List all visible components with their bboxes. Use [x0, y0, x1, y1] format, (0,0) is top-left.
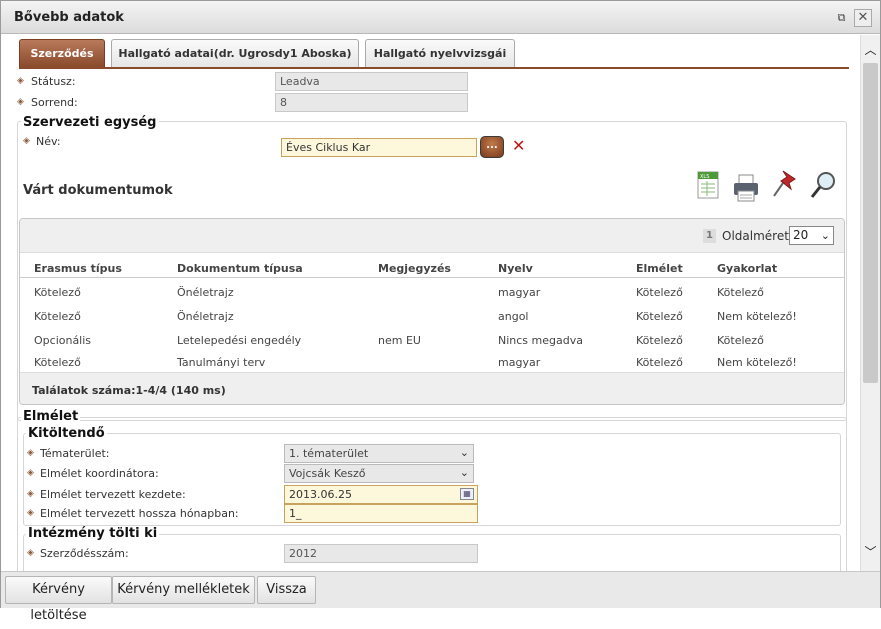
- start-date-label: Elmélet tervezett kezdete:: [40, 488, 186, 501]
- button-bar: Kérvény letöltése Kérvény mellékletek Vi…: [1, 571, 880, 623]
- org-name-input[interactable]: Éves Ciklus Kar: [281, 138, 477, 157]
- start-date-value: 2013.06.25: [289, 488, 352, 501]
- col-header-practice[interactable]: Gyakorlat: [717, 262, 777, 275]
- cell: Kötelező: [636, 310, 683, 323]
- result-count: Találatok száma:1-4/4 (140 ms): [32, 384, 226, 397]
- cell: Kötelező: [717, 286, 764, 299]
- cell: Letelepedési engedély: [177, 334, 302, 347]
- request-attachments-button[interactable]: Kérvény mellékletek: [112, 576, 255, 604]
- documents-grid: 1 Oldalméret 20 ⌄ Erasmus típus Dokument…: [19, 218, 845, 405]
- tab-contract[interactable]: Szerződés: [19, 39, 105, 67]
- chevron-down-icon: ⌄: [459, 446, 469, 459]
- col-header-language[interactable]: Nyelv: [498, 262, 533, 275]
- title-bar: Bővebb adatok ⧉ ✕: [1, 1, 880, 34]
- print-icon[interactable]: [732, 171, 760, 207]
- tab-student-data[interactable]: Hallgató adatai(dr. Ugrosdy1 Aboska): [111, 39, 359, 67]
- order-label: Sorrend:: [31, 96, 78, 109]
- page-number[interactable]: 1: [703, 229, 716, 243]
- cell: Kötelező: [34, 310, 81, 323]
- popout-icon[interactable]: ⧉: [835, 11, 848, 24]
- cell: angol: [498, 310, 529, 323]
- field-marker-icon: ◈: [27, 489, 34, 499]
- details-dialog: Bővebb adatok ⧉ ✕ Szerződés Hallgató ada…: [0, 0, 881, 623]
- cell: Kötelező: [636, 286, 683, 299]
- coordinator-label: Elmélet koordinátora:: [40, 467, 159, 480]
- status-field: Leadva: [275, 72, 468, 91]
- topic-label: Tématerület:: [40, 447, 110, 460]
- cell: Kötelező: [34, 286, 81, 299]
- col-header-document-type[interactable]: Dokumentum típusa: [177, 262, 303, 275]
- cell: nem EU: [378, 334, 421, 347]
- scroll-thumb[interactable]: [863, 63, 878, 383]
- close-icon[interactable]: ✕: [854, 9, 872, 27]
- chevron-down-icon: ⌄: [820, 229, 830, 242]
- order-field: 8: [275, 93, 468, 112]
- dialog-title: Bővebb adatok: [14, 10, 124, 25]
- field-marker-icon: ◈: [23, 136, 30, 146]
- to-fill-legend: Kitöltendő: [26, 426, 107, 441]
- scroll-up-icon[interactable]: ︿: [861, 41, 880, 59]
- col-header-note[interactable]: Megjegyzés: [378, 262, 451, 275]
- org-unit-legend: Szervezeti egység: [21, 115, 159, 130]
- coordinator-value: Vojcsák Kesző: [289, 467, 366, 480]
- col-header-theory[interactable]: Elmélet: [636, 262, 683, 275]
- grid-footer: Találatok száma:1-4/4 (140 ms): [20, 372, 844, 404]
- scroll-down-icon[interactable]: ﹀: [861, 543, 880, 561]
- cell: Nem kötelező!: [717, 356, 797, 369]
- name-label: Név:: [36, 135, 61, 148]
- topic-value: 1. tématerület: [289, 447, 369, 460]
- field-marker-icon: ◈: [27, 448, 34, 458]
- col-header-erasmus-type[interactable]: Erasmus típus: [34, 262, 122, 275]
- download-request-button[interactable]: Kérvény letöltése: [5, 576, 112, 623]
- coordinator-select[interactable]: Vojcsák Kesző ⌄: [284, 464, 474, 483]
- cell: magyar: [498, 356, 541, 369]
- excel-export-icon[interactable]: XLS: [695, 169, 723, 205]
- cell: Kötelező: [636, 356, 683, 369]
- start-date-input[interactable]: 2013.06.25 ▦: [284, 485, 478, 504]
- cell: Tanulmányi terv: [177, 356, 266, 369]
- cell: magyar: [498, 286, 541, 299]
- institution-legend: Intézmény tölti ki: [26, 526, 160, 541]
- cell: Nem kötelező!: [717, 310, 797, 323]
- cell: Kötelező: [717, 334, 764, 347]
- page-size-label: Oldalméret: [722, 229, 789, 243]
- grid-toolbar: 1 Oldalméret 20 ⌄: [20, 219, 844, 253]
- contract-number-label: Szerződésszám:: [40, 547, 129, 560]
- cell: Opcionális: [34, 334, 92, 347]
- lookup-button[interactable]: ...: [480, 136, 504, 158]
- length-label: Elmélet tervezett hossza hónapban:: [40, 507, 239, 520]
- topic-select[interactable]: 1. tématerület ⌄: [284, 444, 474, 463]
- field-marker-icon: ◈: [17, 76, 24, 86]
- header-divider: [20, 277, 844, 278]
- cell: Önéletrajz: [177, 310, 234, 323]
- cell: Kötelező: [636, 334, 683, 347]
- contract-number-field: 2012: [284, 544, 478, 563]
- field-marker-icon: ◈: [27, 508, 34, 518]
- field-marker-icon: ◈: [17, 97, 24, 107]
- documents-title: Várt dokumentumok: [23, 183, 173, 198]
- field-marker-icon: ◈: [27, 548, 34, 558]
- length-input[interactable]: 1_: [284, 504, 478, 523]
- page-size-value: 20: [793, 228, 809, 242]
- status-label: Státusz:: [31, 75, 76, 88]
- theory-legend: Elmélet: [21, 409, 81, 424]
- pin-icon[interactable]: [771, 167, 799, 203]
- chevron-down-icon: ⌄: [459, 466, 469, 479]
- page-size-select[interactable]: 20 ⌄: [789, 226, 834, 245]
- cell: Nincs megadva: [498, 334, 583, 347]
- cell: Kötelező: [34, 356, 81, 369]
- cell: Önéletrajz: [177, 286, 234, 299]
- calendar-icon[interactable]: ▦: [460, 488, 474, 500]
- tab-language-exams[interactable]: Hallgató nyelvvizsgái: [365, 39, 515, 67]
- search-icon[interactable]: [809, 169, 837, 205]
- vertical-scrollbar[interactable]: ︿ ﹀: [860, 35, 880, 571]
- tab-underline: [19, 67, 849, 69]
- svg-text:XLS: XLS: [700, 174, 709, 180]
- dialog-content: Szerződés Hallgató adatai(dr. Ugrosdy1 A…: [1, 35, 861, 571]
- clear-icon[interactable]: ✕: [512, 136, 525, 155]
- back-button[interactable]: Vissza: [257, 576, 316, 604]
- field-marker-icon: ◈: [27, 468, 34, 478]
